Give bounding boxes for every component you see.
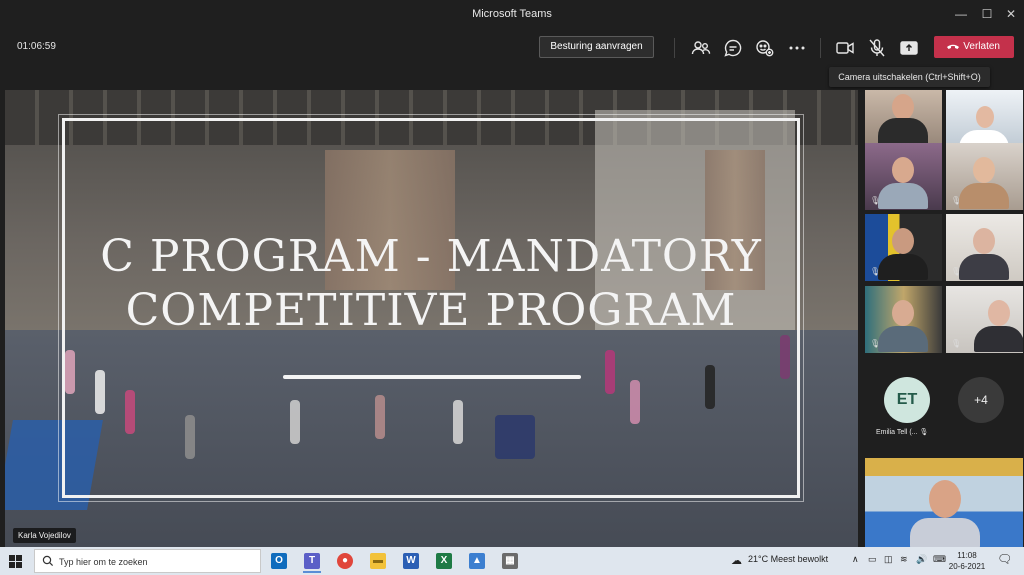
weather-text[interactable]: 21°C Meest bewolkt: [748, 554, 828, 564]
chrome-icon[interactable]: ●: [330, 549, 360, 573]
self-video[interactable]: [865, 458, 1023, 547]
chat-icon[interactable]: [721, 36, 745, 60]
tray-app-icon[interactable]: ▭: [868, 554, 877, 565]
shared-screen: C PROGRAM - MANDATORY COMPETITIVE PROGRA…: [5, 90, 858, 547]
mic-muted-icon: 🎙: [919, 429, 929, 436]
teams-icon[interactable]: T: [297, 549, 327, 573]
camera-icon[interactable]: [833, 36, 857, 60]
slide-headline: C PROGRAM - MANDATORY COMPETITIVE PROGRA…: [62, 230, 800, 338]
search-icon: [42, 555, 54, 567]
window-title: Microsoft Teams: [472, 8, 552, 20]
taskbar-search[interactable]: Typ hier om te zoeken: [34, 549, 261, 573]
file-explorer-icon[interactable]: ▬: [363, 549, 393, 573]
leave-button[interactable]: Verlaten: [934, 36, 1014, 58]
tray-app-icon[interactable]: ◫: [884, 554, 893, 565]
more-actions-icon[interactable]: [785, 36, 809, 60]
outlook-icon[interactable]: O: [264, 549, 294, 573]
toolbar-divider: [820, 38, 821, 58]
taskbar-clock[interactable]: 11:08 20-6-2021: [948, 550, 986, 572]
photos-icon[interactable]: ▲: [462, 549, 492, 573]
microphone-muted-icon[interactable]: [865, 36, 889, 60]
mic-muted-icon: 🎙: [951, 267, 962, 276]
hang-up-icon: [947, 44, 959, 49]
presenter-name: Karla Vojedilov: [13, 528, 76, 543]
slide-headline-line1: C PROGRAM - MANDATORY: [100, 231, 762, 282]
clock-time: 11:08: [957, 551, 977, 560]
slide-headline-line2: COMPETITIVE PROGRAM: [125, 285, 737, 336]
participant-video-speaking[interactable]: 🎙: [946, 143, 1023, 210]
participant-name: Emilia Tell (... 🎙: [876, 429, 929, 436]
participant-avatar[interactable]: ET: [884, 377, 930, 423]
camera-tooltip: Camera uitschakelen (Ctrl+Shift+O): [829, 67, 990, 87]
request-control-button[interactable]: Besturing aanvragen: [539, 36, 654, 58]
participants-icon[interactable]: [689, 36, 713, 60]
wifi-icon[interactable]: ≋: [900, 554, 908, 565]
mic-muted-icon: 🎙: [870, 196, 881, 205]
windows-taskbar: Typ hier om te zoeken O T ● ▬ W X ▲ ▦ ☁ …: [0, 547, 1024, 575]
slide-underline: [283, 375, 581, 379]
excel-icon[interactable]: X: [429, 549, 459, 573]
reactions-icon[interactable]: [753, 36, 777, 60]
participant-video[interactable]: 🎙: [865, 286, 942, 353]
mic-icon: 🎙: [951, 196, 962, 205]
toolbar-divider: [674, 38, 675, 58]
calculator-icon[interactable]: ▦: [495, 549, 525, 573]
more-participants-button[interactable]: +4: [958, 377, 1004, 423]
chevron-up-icon[interactable]: ∧: [852, 554, 859, 565]
close-button[interactable]: ✕: [1000, 4, 1022, 24]
participant-video[interactable]: 🎙: [946, 286, 1023, 353]
mic-muted-icon: 🎙: [870, 339, 881, 348]
participant-video[interactable]: 🎙: [865, 143, 942, 210]
clock-date: 20-6-2021: [948, 562, 986, 571]
participant-video[interactable]: 🎙: [865, 214, 942, 281]
title-bar: Microsoft Teams — ☐ ✕: [0, 0, 1024, 28]
maximize-button[interactable]: ☐: [976, 4, 998, 24]
mic-muted-icon: 🎙: [870, 267, 881, 276]
windows-start-icon[interactable]: [9, 555, 22, 568]
mic-muted-icon: 🎙: [951, 339, 962, 348]
notifications-icon[interactable]: 🗨: [997, 552, 1012, 566]
meeting-timer: 01:06:59: [17, 41, 56, 52]
volume-icon[interactable]: 🔊: [916, 554, 927, 565]
weather-icon: ☁: [731, 555, 742, 567]
minimize-button[interactable]: —: [950, 4, 972, 24]
word-icon[interactable]: W: [396, 549, 426, 573]
keyboard-icon[interactable]: ⌨: [933, 554, 946, 565]
search-placeholder: Typ hier om te zoeken: [59, 557, 148, 567]
leave-label: Verlaten: [963, 41, 1000, 52]
share-screen-icon[interactable]: [897, 36, 921, 60]
participant-video[interactable]: 🎙: [946, 214, 1023, 281]
meeting-toolbar: 01:06:59 Besturing aanvragen Verlaten: [0, 28, 1024, 68]
